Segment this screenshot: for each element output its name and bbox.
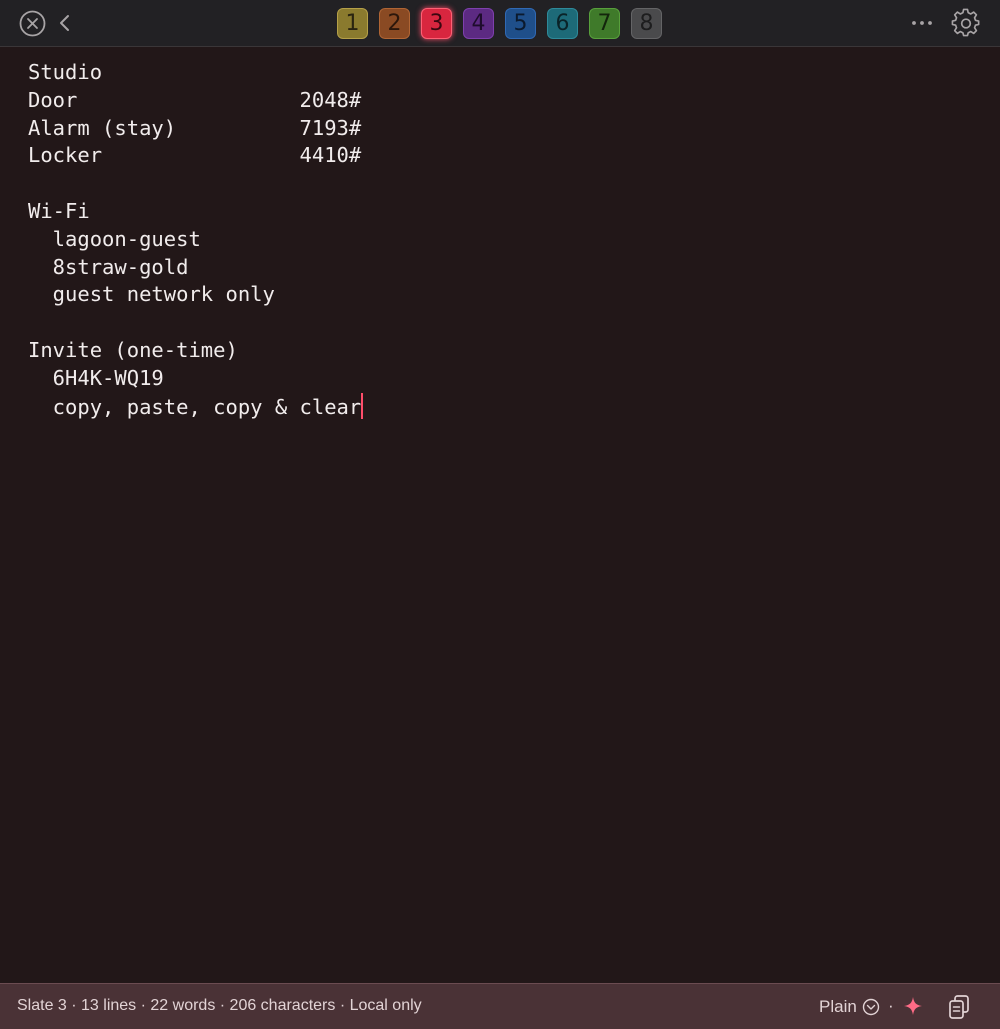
tab-slot-6[interactable]: 6 xyxy=(547,8,578,39)
editor-area[interactable]: Studio Door 2048# Alarm (stay) 7193# Loc… xyxy=(0,47,1000,983)
tab-slot-4[interactable]: 4 xyxy=(463,8,494,39)
editor-text[interactable]: Studio Door 2048# Alarm (stay) 7193# Loc… xyxy=(28,59,364,421)
tab-slot-5[interactable]: 5 xyxy=(505,8,536,39)
close-circle-icon xyxy=(19,10,46,37)
ellipsis-icon xyxy=(912,21,932,25)
gear-icon xyxy=(951,8,980,37)
editor-line: Studio xyxy=(28,60,103,84)
status-separator: · xyxy=(888,996,894,1015)
tab-slot-1[interactable]: 1 xyxy=(337,8,368,39)
chevron-down-circle-icon xyxy=(862,998,880,1016)
editor-line: Locker 4410# xyxy=(28,143,362,168)
back-button[interactable] xyxy=(55,12,75,34)
slot-tabs: 12345678 xyxy=(337,8,662,39)
ai-button[interactable] xyxy=(903,996,923,1020)
sparkle-icon xyxy=(904,997,922,1015)
editor-line: 6H4K-WQ19 xyxy=(28,365,164,390)
chevron-left-icon xyxy=(60,15,69,31)
editor-line: lagoon-guest xyxy=(28,226,201,251)
mode-label: Plain xyxy=(819,997,857,1016)
editor-line: Invite (one-time) xyxy=(28,337,238,362)
copy-button[interactable] xyxy=(947,994,971,1024)
settings-button[interactable] xyxy=(951,8,981,38)
close-button[interactable] xyxy=(19,10,46,37)
editor-line: guest network only xyxy=(28,282,275,307)
editor-line: 8straw-gold xyxy=(28,254,189,279)
copy-icon xyxy=(949,995,969,1019)
text-caret xyxy=(361,392,364,419)
tab-slot-7[interactable]: 7 xyxy=(589,8,620,39)
status-summary: Slate 3 · 13 lines · 22 words · 206 char… xyxy=(17,997,422,1014)
tab-slot-2[interactable]: 2 xyxy=(379,8,410,39)
more-button[interactable] xyxy=(908,12,936,34)
editor-line: copy, paste, copy & clear xyxy=(28,394,362,419)
title-bar: 12345678 xyxy=(0,0,1000,47)
editor-line: Alarm (stay) 7193# xyxy=(28,115,362,140)
mode-selector[interactable]: Plain xyxy=(819,997,880,1017)
tab-slot-8[interactable]: 8 xyxy=(631,8,662,39)
status-bar: Slate 3 · 13 lines · 22 words · 206 char… xyxy=(0,983,1000,1029)
editor-line: Door 2048# xyxy=(28,87,362,112)
editor-line: Wi-Fi xyxy=(28,198,90,223)
tab-slot-3[interactable]: 3 xyxy=(421,8,452,39)
